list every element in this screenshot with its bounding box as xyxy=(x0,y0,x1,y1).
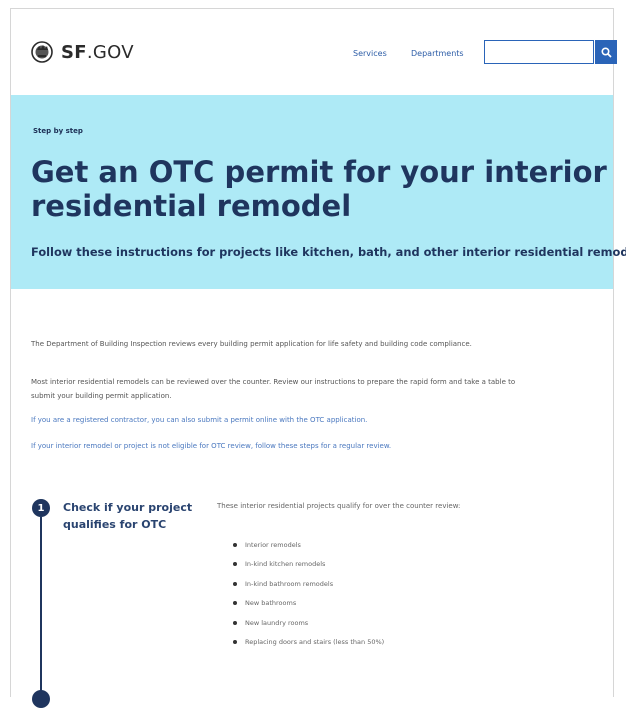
intro-paragraph-2: Most interior residential remodels can b… xyxy=(31,378,516,400)
list-item: Replacing doors and stairs (less than 50… xyxy=(233,636,384,655)
search-input[interactable] xyxy=(484,40,594,64)
list-item: In-kind bathroom remodels xyxy=(233,578,384,597)
city-seal-icon xyxy=(31,41,53,63)
list-item: In-kind kitchen remodels xyxy=(233,558,384,577)
intro-paragraph-4[interactable]: If your interior remodel or project is n… xyxy=(31,439,521,453)
logo-gov: .GOV xyxy=(86,41,134,63)
sf-gov-logo[interactable]: SF.GOV xyxy=(31,41,134,63)
nav-departments-link[interactable]: Departments xyxy=(411,49,464,58)
page-subtitle: Follow these instructions for projects l… xyxy=(31,245,626,259)
steps-timeline xyxy=(40,517,42,698)
intro-paragraph-3[interactable]: If you are a registered contractor, you … xyxy=(31,413,521,427)
logo-sf: SF xyxy=(61,41,87,63)
list-item: New bathrooms xyxy=(233,597,384,616)
site-header: SF.GOV Services Departments xyxy=(11,9,617,95)
intro-paragraph-1: The Department of Building Inspection re… xyxy=(31,340,472,348)
next-step-badge xyxy=(32,690,50,708)
step-description: These interior residential projects qual… xyxy=(217,502,461,510)
page-title: Get an OTC permit for your interior resi… xyxy=(31,155,607,223)
step-title: Check if your project qualifies for OTC xyxy=(63,501,193,531)
list-item: New laundry rooms xyxy=(233,617,384,636)
search-icon xyxy=(600,46,612,58)
nav-services-link[interactable]: Services xyxy=(353,49,387,58)
logo-text: SF.GOV xyxy=(61,42,134,63)
step-number-badge: 1 xyxy=(32,499,50,517)
hero-banner: Step by step Get an OTC permit for your … xyxy=(11,95,626,289)
page: SF.GOV Services Departments Step by step… xyxy=(10,8,626,708)
eyebrow-label: Step by step xyxy=(33,127,83,135)
search-button[interactable] xyxy=(595,40,617,64)
list-item: Interior remodels xyxy=(233,539,384,558)
qualifying-projects-list: Interior remodels In-kind kitchen remode… xyxy=(233,539,384,655)
